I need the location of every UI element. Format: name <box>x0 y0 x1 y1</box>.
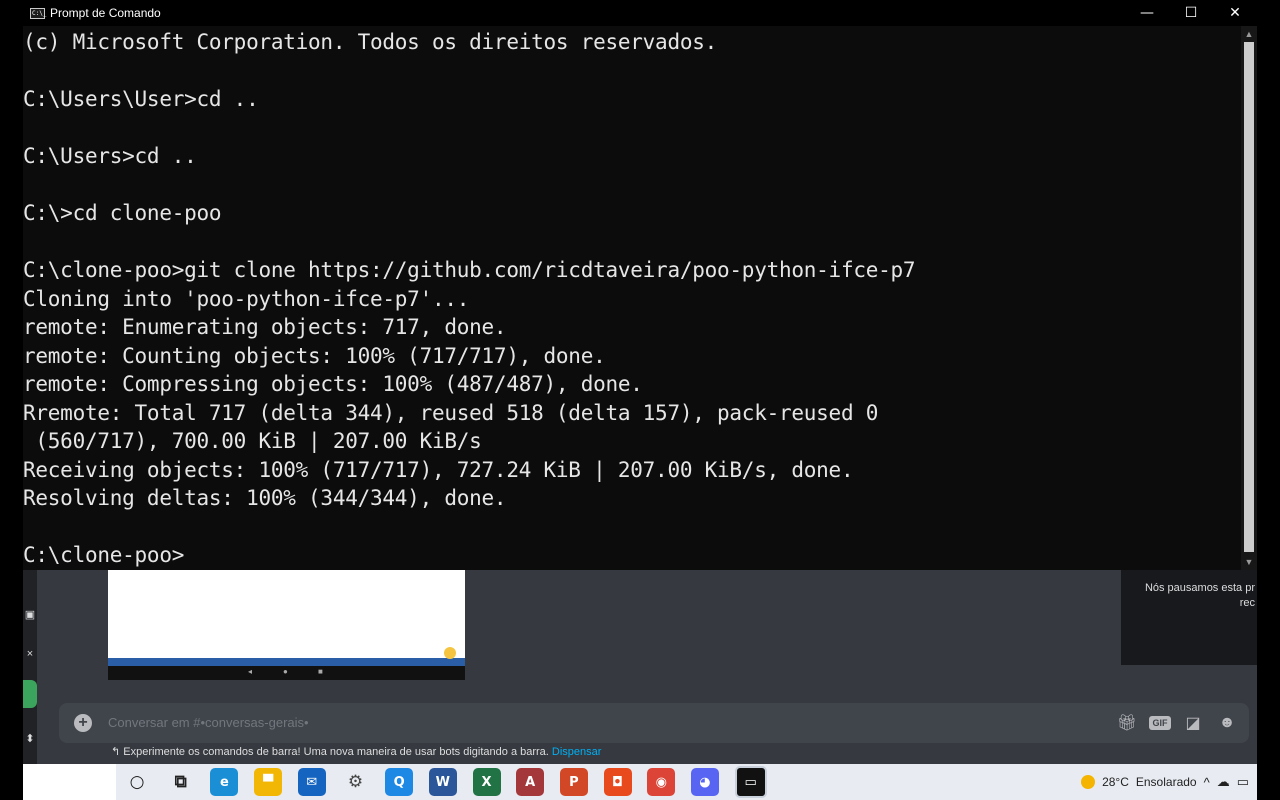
terminal-line: (560/717), 700.00 KiB | 207.00 KiB/s <box>23 429 482 453</box>
stream-paused-message: Nós pausamos esta pr rec <box>1125 581 1255 611</box>
right-border <box>1257 0 1280 800</box>
weather-condition[interactable]: Ensolarado <box>1136 775 1197 789</box>
edge-icon[interactable]: e <box>210 768 239 796</box>
access-icon[interactable]: A <box>516 768 545 796</box>
scroll-up-arrow-icon[interactable]: ▲ <box>1241 27 1257 41</box>
rail-icon-3[interactable]: ⬍ <box>23 732 37 745</box>
terminal-line: C:\clone-poo>git clone https://github.co… <box>23 258 916 282</box>
terminal-line: Rremote: Total 717 (delta 344), reused 5… <box>23 400 879 425</box>
left-border <box>0 0 23 800</box>
terminal-line: Resolving deltas: 100% (344/344), done. <box>23 486 507 510</box>
terminal-line: (c) Microsoft Corporation. Todos os dire… <box>23 30 718 54</box>
taskbar-pinned-apps: ○ ⧉ e ▀ ✉ ⚙ Q W X A P ◘ ◉ ◕ ▭ <box>123 764 782 800</box>
embed-back-icon: ◂ <box>248 667 253 676</box>
word-icon[interactable]: W <box>428 768 457 796</box>
terminal-output[interactable]: (c) Microsoft Corporation. Todos os dire… <box>23 28 1241 568</box>
message-image-embed[interactable]: ◂ ● ■ <box>108 570 465 680</box>
terminal-line: C:\Users>cd .. <box>23 144 197 168</box>
chat-input-box[interactable]: + Conversar em #•conversas-gerais• 🎁︎ GI… <box>59 703 1249 743</box>
windows-taskbar: ○ ⧉ e ▀ ✉ ⚙ Q W X A P ◘ ◉ ◕ ▭ 28°C Ensolarado ^ ☁ ▭ <box>23 764 1257 800</box>
terminal-line: remote: Compressing objects: 100% (487/4… <box>23 372 643 396</box>
tip-icon: ↰ <box>111 746 121 758</box>
onedrive-cloud-icon[interactable]: ☁ <box>1217 774 1230 790</box>
rail-icon-1[interactable]: ▣ <box>23 608 37 621</box>
embed-home-icon: ● <box>283 667 288 676</box>
tray-expand-icon[interactable]: ^ <box>1204 775 1210 790</box>
terminal-line: remote: Enumerating objects: 717, done. <box>23 315 507 339</box>
close-button[interactable]: ✕ <box>1213 0 1257 26</box>
excel-icon[interactable]: X <box>472 768 501 796</box>
gift-icon[interactable]: 🎁︎ <box>1115 712 1139 734</box>
slash-commands-tip: ↰ Experimente os comandos de barra! Uma … <box>111 745 601 758</box>
title-bar[interactable]: C:\_ Prompt de Comando — ☐ ✕ <box>23 0 1257 26</box>
chrome-icon[interactable]: ◉ <box>647 768 676 796</box>
settings-icon[interactable]: ⚙ <box>341 768 369 796</box>
maximize-button[interactable]: ☐ <box>1169 0 1213 26</box>
sticker-icon[interactable]: ◪ <box>1181 712 1205 734</box>
terminal-line: C:\Users\User>cd .. <box>23 87 259 111</box>
tip-text: Experimente os comandos de barra! Uma no… <box>123 746 549 758</box>
terminal-scrollbar[interactable]: ▲ ▼ <box>1241 26 1257 570</box>
rail-icon-2[interactable]: × <box>23 648 37 660</box>
embed-yellow-dot <box>444 647 456 659</box>
app-q-icon[interactable]: Q <box>385 768 414 796</box>
app-orange-icon[interactable]: ◘ <box>603 768 632 796</box>
start-area[interactable] <box>23 764 116 800</box>
embed-recent-icon: ■ <box>318 667 323 676</box>
stream-message-line2: rec <box>1239 597 1255 609</box>
mail-icon[interactable]: ✉ <box>297 768 326 796</box>
emoji-icon[interactable]: ☻ <box>1215 712 1239 734</box>
window-title: Prompt de Comando <box>50 6 161 20</box>
task-view-icon[interactable]: ⧉ <box>167 768 195 796</box>
chat-input-placeholder[interactable]: Conversar em #•conversas-gerais• <box>108 715 309 730</box>
scrollbar-thumb[interactable] <box>1244 42 1254 552</box>
discord-window: ▣ × ⬍ ◂ ● ■ Nós pausamos esta pr rec + C… <box>23 570 1257 764</box>
command-prompt-window[interactable]: C:\_ Prompt de Comando — ☐ ✕ (c) Microso… <box>23 0 1257 570</box>
powerpoint-icon[interactable]: P <box>559 768 588 796</box>
terminal-line: remote: Counting objects: 100% (717/717)… <box>23 343 606 368</box>
battery-icon[interactable]: ▭ <box>1237 774 1249 790</box>
temperature[interactable]: 28°C <box>1102 775 1129 789</box>
search-icon[interactable]: ○ <box>123 768 151 796</box>
terminal-line: C:\clone-poo> <box>23 543 185 567</box>
embed-taskbar-strip <box>108 658 465 666</box>
file-explorer-icon[interactable]: ▀ <box>254 768 283 796</box>
command-prompt-icon[interactable]: ▭ <box>734 766 767 798</box>
add-attachment-button[interactable]: + <box>74 714 92 732</box>
weather-sun-icon[interactable] <box>1081 775 1096 789</box>
dismiss-link[interactable]: Dispensar <box>552 746 602 758</box>
gif-button[interactable]: GIF <box>1149 716 1171 730</box>
stream-paused-overlay: Nós pausamos esta pr rec <box>1121 570 1257 665</box>
discord-icon[interactable]: ◕ <box>690 768 719 796</box>
minimize-button[interactable]: — <box>1125 0 1169 26</box>
terminal-line: Cloning into 'poo-python-ifce-p7'... <box>23 286 470 311</box>
terminal-line: Receiving objects: 100% (717/717), 727.2… <box>23 457 854 482</box>
terminal-line: C:\>cd clone-poo <box>23 201 222 225</box>
scroll-down-arrow-icon[interactable]: ▼ <box>1241 555 1257 569</box>
server-rail: ▣ × ⬍ <box>23 570 37 764</box>
rail-green-server[interactable] <box>23 680 37 708</box>
window-controls: — ☐ ✕ <box>1125 0 1257 26</box>
cmd-app-icon: C:\_ <box>30 7 47 19</box>
stream-message-line1: Nós pausamos esta pr <box>1144 582 1255 594</box>
chat-tools: 🎁︎ GIF ◪ ☻ <box>1115 712 1239 734</box>
system-tray: 28°C Ensolarado ^ ☁ ▭ <box>1081 764 1249 800</box>
